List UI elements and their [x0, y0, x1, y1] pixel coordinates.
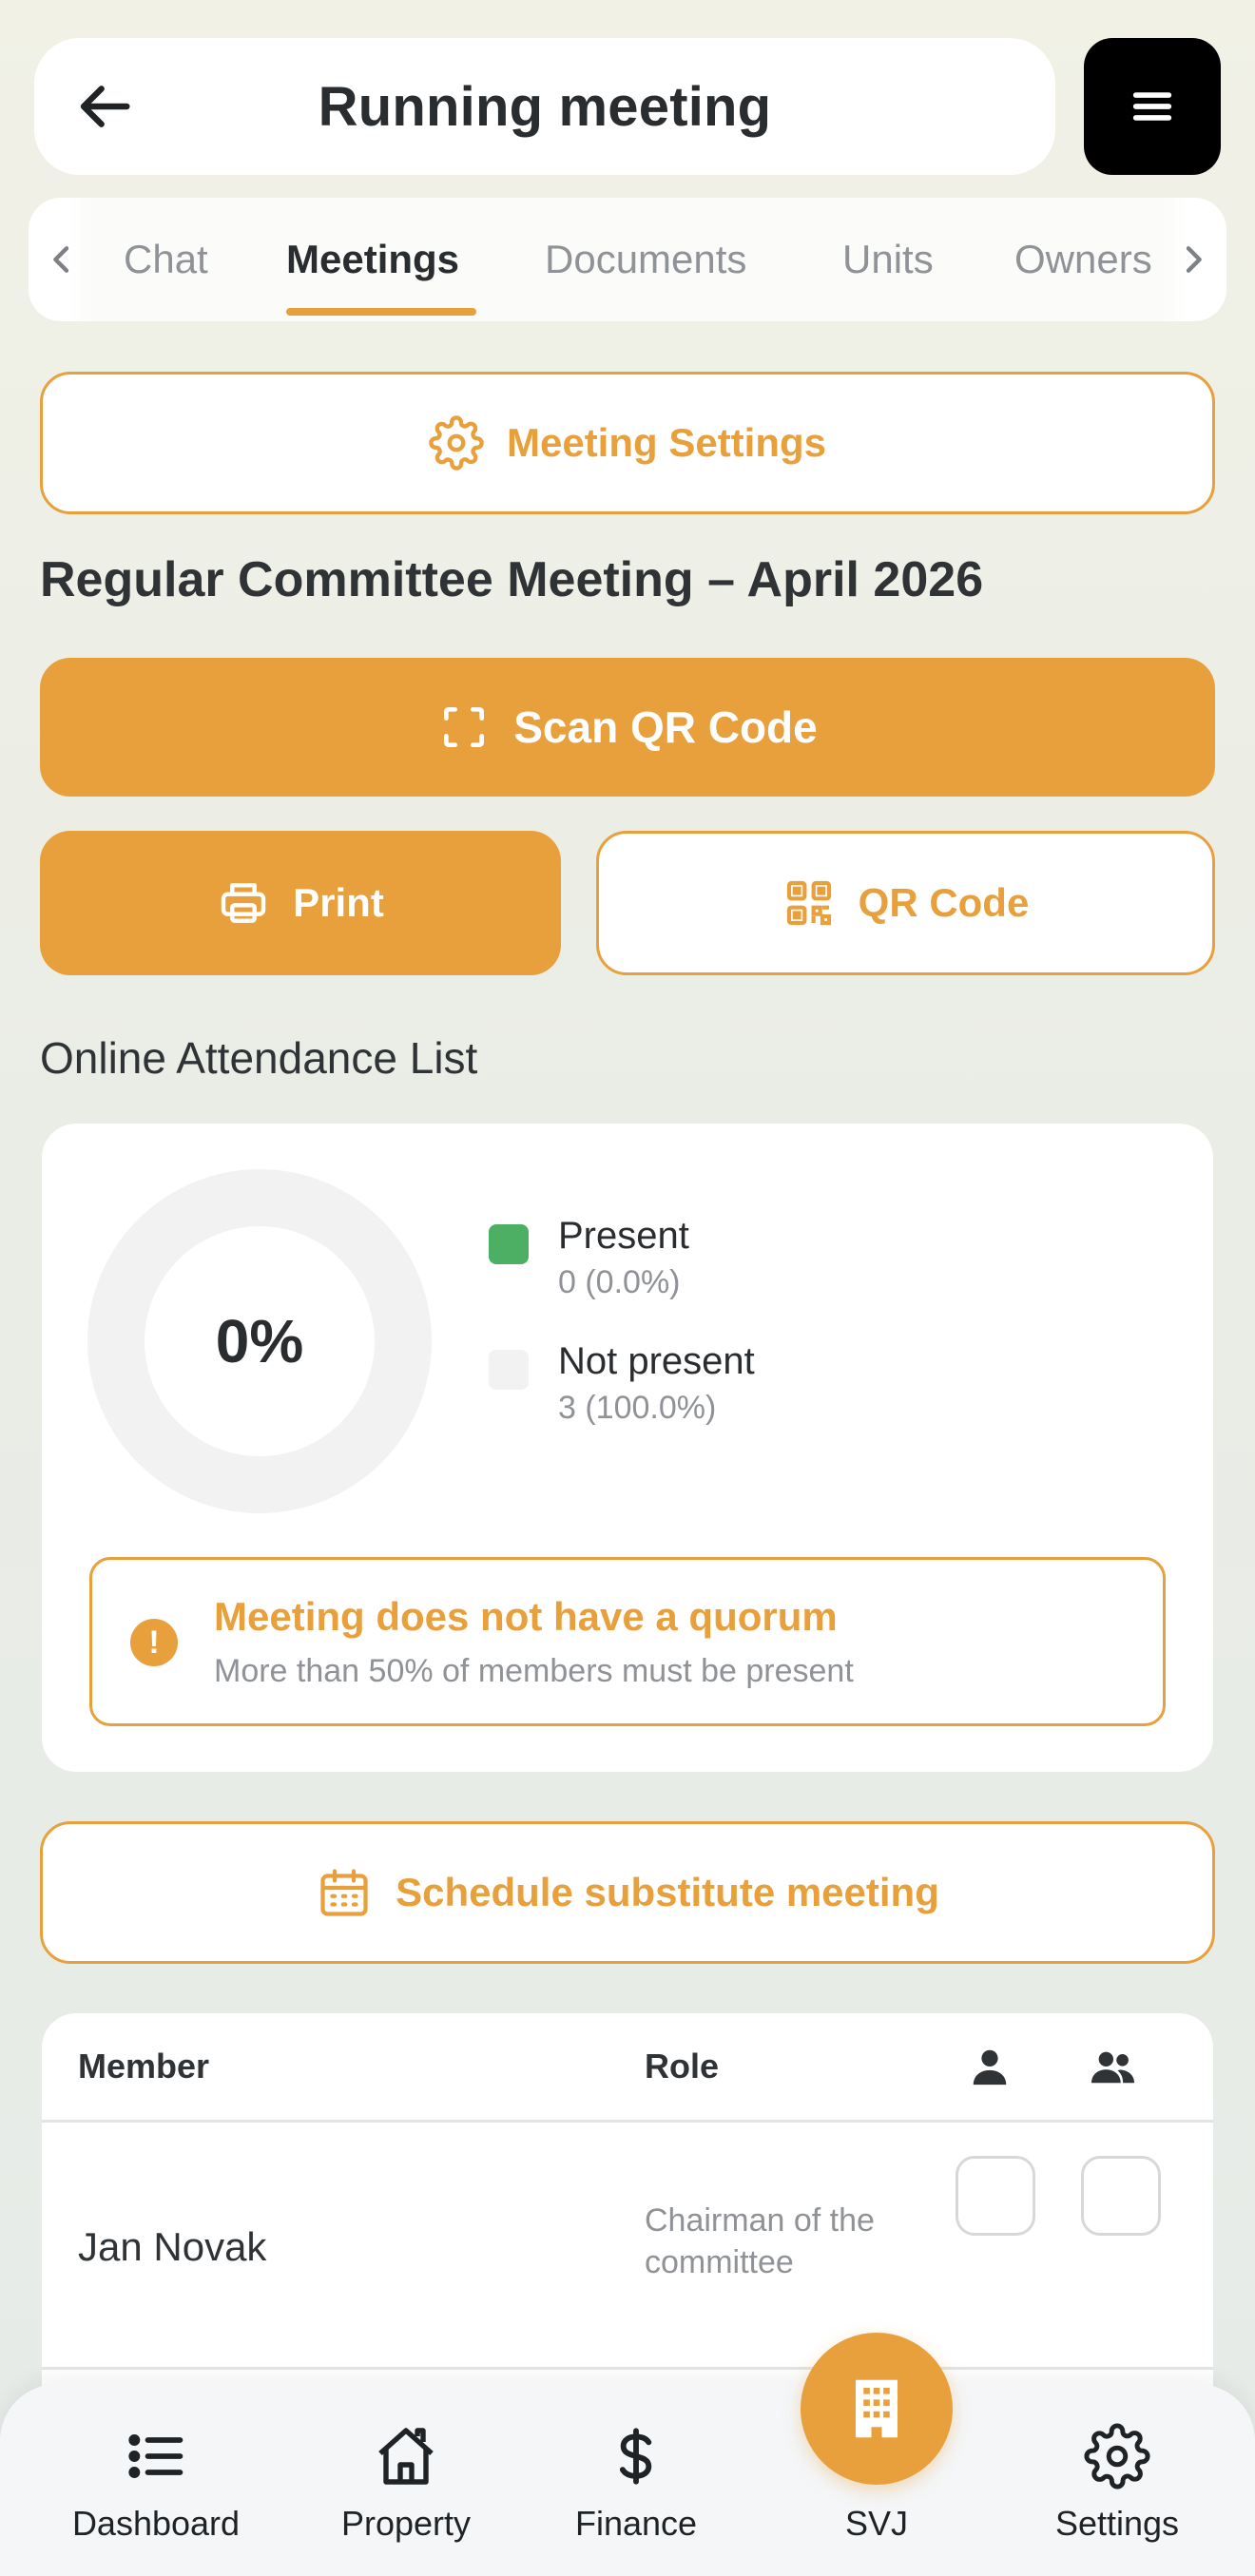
member-role: Chairman of the committee: [645, 2202, 875, 2280]
dollar-icon: [606, 2420, 666, 2492]
legend-present-value: 0 (0.0%): [558, 1264, 681, 1300]
schedule-substitute-label: Schedule substitute meeting: [396, 1870, 939, 1914]
column-proxy: [1090, 2013, 1137, 2120]
svj-fab-button[interactable]: [801, 2333, 953, 2485]
back-button[interactable]: [72, 72, 141, 141]
in-person-checkbox[interactable]: [956, 2156, 1035, 2236]
tab-meetings[interactable]: Meetings: [286, 198, 459, 321]
quorum-warning: ! Meeting does not have a quorum More th…: [89, 1557, 1166, 1726]
legend-not-present-value: 3 (100.0%): [558, 1390, 717, 1426]
nav-finance-label: Finance: [574, 2504, 698, 2543]
active-tab-indicator: [286, 308, 476, 316]
nav-svj-label: SVJ: [844, 2504, 909, 2543]
print-label: Print: [293, 880, 384, 925]
tab-documents[interactable]: Documents: [545, 198, 746, 321]
legend-present-name: Present: [558, 1215, 689, 1257]
person-icon: [973, 2049, 1007, 2086]
nav-finance[interactable]: Finance: [522, 2420, 750, 2544]
attendance-card: 0% Present 0 (0.0%) Not present 3 (100.0…: [42, 1124, 1213, 1772]
scan-qr-button[interactable]: Scan QR Code: [40, 658, 1215, 797]
qr-code-label: QR Code: [858, 880, 1030, 925]
tabs-scroll-left[interactable]: [29, 198, 95, 321]
print-button[interactable]: Print: [40, 831, 561, 975]
nav-settings[interactable]: Settings: [1003, 2420, 1231, 2544]
hamburger-icon: [1132, 92, 1172, 121]
bottom-navigation: Dashboard Property Finance SVJ Settings: [0, 2384, 1255, 2576]
header-bar: Running meeting: [34, 38, 1055, 175]
quorum-text: More than 50% of members must be present: [214, 1653, 854, 1689]
quorum-title: Meeting does not have a quorum: [214, 1594, 838, 1639]
qr-code-icon: [786, 880, 831, 926]
member-name: Jan Novak: [78, 2224, 267, 2269]
attendance-heading: Online Attendance List: [40, 1033, 478, 1083]
schedule-substitute-button[interactable]: Schedule substitute meeting: [40, 1821, 1215, 1964]
chevron-left-icon: [53, 246, 69, 273]
nav-settings-label: Settings: [1054, 2504, 1180, 2543]
nav-dashboard-label: Dashboard: [71, 2504, 241, 2543]
attendance-donut: 0%: [87, 1169, 432, 1513]
tab-owners[interactable]: Owners: [1014, 198, 1152, 321]
meeting-title: Regular Committee Meeting – April 2026: [40, 552, 984, 607]
section-tabs: s Chat Meetings Documents Units Owners: [29, 198, 1226, 321]
column-in-person: [968, 2013, 1012, 2120]
qr-code-button[interactable]: QR Code: [596, 831, 1215, 975]
list-icon: [124, 2420, 188, 2492]
column-member: Member: [78, 2047, 210, 2086]
scan-qr-label: Scan QR Code: [513, 702, 818, 752]
column-role: Role: [645, 2047, 720, 2086]
nav-property[interactable]: Property: [292, 2420, 520, 2544]
calendar-icon: [320, 1869, 368, 1916]
arrow-left-icon: [80, 86, 130, 127]
tab-units[interactable]: Units: [842, 198, 934, 321]
building-icon: [856, 2379, 898, 2438]
chevron-right-icon: [1186, 246, 1202, 273]
meeting-settings-button[interactable]: Meeting Settings: [40, 372, 1215, 514]
tabs-scroll-right[interactable]: [1160, 198, 1226, 321]
nav-property-label: Property: [340, 2504, 472, 2543]
tab-chat[interactable]: Chat: [124, 198, 208, 321]
menu-button[interactable]: [1084, 38, 1221, 175]
table-row-divider: [42, 2367, 1213, 2370]
meeting-settings-label: Meeting Settings: [506, 420, 827, 465]
scan-frame-icon: [444, 707, 485, 747]
table-header-divider: [42, 2120, 1213, 2123]
page-title: Running meeting: [318, 75, 772, 138]
printer-icon: [221, 883, 266, 923]
present-swatch: [489, 1224, 529, 1264]
proxy-checkbox[interactable]: [1081, 2156, 1161, 2236]
nav-dashboard[interactable]: Dashboard: [42, 2420, 270, 2544]
attendance-percent: 0%: [215, 1307, 304, 1375]
warning-icon: !: [130, 1619, 178, 1666]
legend-not-present-name: Not present: [558, 1340, 755, 1382]
gear-icon: [429, 415, 484, 471]
gear-icon: [1084, 2420, 1150, 2492]
people-icon: [1091, 2051, 1135, 2084]
not-present-swatch: [489, 1350, 529, 1390]
house-icon: [372, 2420, 440, 2492]
